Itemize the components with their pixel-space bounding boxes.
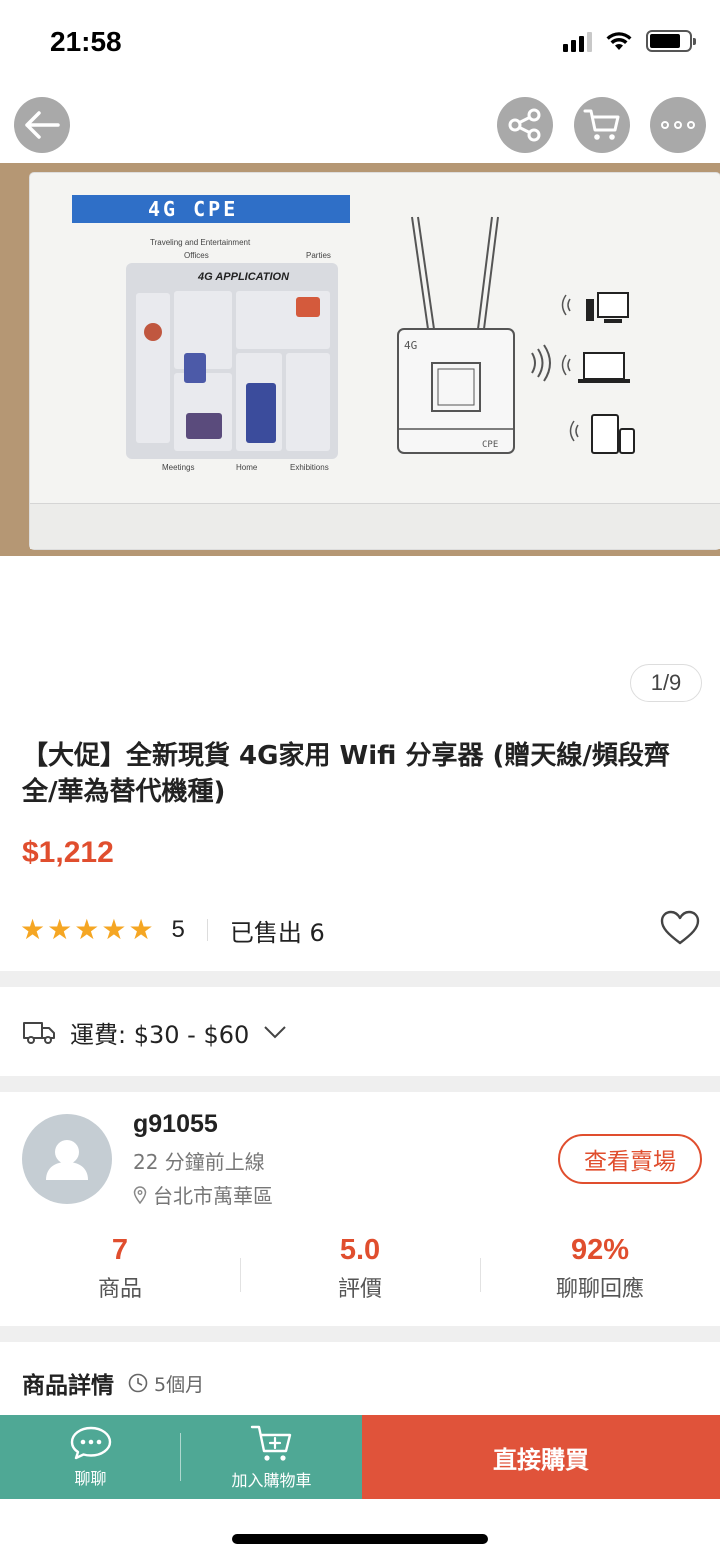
cart-icon bbox=[583, 109, 620, 140]
star-icon: ★ bbox=[101, 913, 127, 946]
stat-products[interactable]: 7 商品 bbox=[0, 1234, 240, 1314]
stat-value: 7 bbox=[111, 1234, 129, 1266]
status-time: 21:58 bbox=[50, 26, 122, 57]
product-details-header: 商品詳情 5個月 bbox=[22, 1366, 204, 1400]
divider bbox=[206, 919, 208, 941]
heart-icon[interactable] bbox=[660, 910, 700, 946]
product-image[interactable]: 4G CPE Traveling and Entertainment Offic… bbox=[0, 163, 720, 556]
details-age-text: 5個月 bbox=[154, 1373, 205, 1396]
section-divider bbox=[0, 1326, 720, 1342]
seller-location: 台北市萬華區 bbox=[133, 1180, 273, 1209]
divider bbox=[180, 1433, 181, 1481]
cart-button[interactable] bbox=[574, 97, 630, 153]
router-illustration: 4G CPE bbox=[397, 216, 635, 454]
status-bar: 21:58 bbox=[0, 0, 720, 88]
user-icon bbox=[46, 1140, 88, 1180]
buy-now-button[interactable]: 直接購買 bbox=[362, 1415, 720, 1499]
clock-icon bbox=[128, 1373, 148, 1393]
box-label: Parties bbox=[306, 251, 331, 260]
arrow-left-icon bbox=[25, 111, 60, 139]
chevron-down-icon bbox=[264, 1026, 286, 1039]
seller-name[interactable]: g91055 bbox=[133, 1110, 218, 1139]
section-divider bbox=[0, 1076, 720, 1092]
status-icons bbox=[563, 30, 696, 52]
share-icon bbox=[508, 108, 541, 142]
device-label-top: 4G bbox=[404, 339, 417, 352]
box-banner: 4G CPE bbox=[72, 195, 350, 223]
rating-stars: ★ ★ ★ ★ ★ bbox=[20, 916, 154, 944]
box-label: Traveling and Entertainment bbox=[150, 238, 251, 247]
stat-label: 聊聊回應 bbox=[555, 1277, 644, 1302]
share-button[interactable] bbox=[497, 97, 553, 153]
image-page-indicator: 1/9 bbox=[630, 664, 702, 702]
stat-chat-response[interactable]: 92% 聊聊回應 bbox=[480, 1234, 720, 1314]
stat-label: 評價 bbox=[337, 1277, 382, 1302]
more-dots-icon bbox=[661, 121, 695, 129]
seller-location-text: 台北市萬華區 bbox=[153, 1184, 273, 1208]
seller-card: g91055 22 分鐘前上線 台北市萬華區 查看賣場 7 商品 5.0 評價 … bbox=[0, 1094, 720, 1326]
box-label: Offices bbox=[184, 251, 209, 260]
section-divider bbox=[0, 971, 720, 987]
chat-label: 聊聊 bbox=[74, 1469, 107, 1488]
back-button[interactable] bbox=[14, 97, 70, 153]
bottom-left-actions: 聊聊 加入購物車 bbox=[0, 1415, 362, 1499]
battery-icon bbox=[646, 30, 696, 52]
add-to-cart-label: 加入購物車 bbox=[231, 1471, 312, 1490]
box-label: Exhibitions bbox=[290, 463, 329, 472]
rating-value: 5 bbox=[171, 916, 185, 943]
rating-row: ★ ★ ★ ★ ★ 5 已售出 6 bbox=[20, 910, 700, 950]
more-button[interactable] bbox=[650, 97, 706, 153]
box-label: Home bbox=[236, 463, 258, 472]
seller-last-online: 22 分鐘前上線 bbox=[133, 1150, 265, 1174]
add-to-cart-button[interactable]: 加入購物車 bbox=[181, 1415, 362, 1499]
add-cart-icon bbox=[250, 1425, 291, 1461]
shipping-fee: 運費: $30 - $60 bbox=[70, 1020, 250, 1049]
wifi-icon bbox=[606, 32, 632, 50]
stat-value: 92% bbox=[570, 1234, 630, 1266]
truck-icon bbox=[23, 1022, 55, 1044]
device-label-bottom: CPE bbox=[482, 440, 498, 450]
application-panel: 4G APPLICATION bbox=[126, 263, 338, 459]
product-price: $1,212 bbox=[22, 836, 114, 869]
divider bbox=[480, 1258, 481, 1292]
details-age: 5個月 bbox=[128, 1370, 204, 1397]
location-pin-icon bbox=[133, 1185, 147, 1204]
stat-ratings[interactable]: 5.0 評價 bbox=[240, 1234, 480, 1314]
home-indicator[interactable] bbox=[232, 1534, 488, 1544]
product-title: 【大促】全新現貨 4G家用 Wifi 分享器 (贈天線/頻段齊全/華為替代機種) bbox=[22, 741, 670, 807]
chat-bubble-icon bbox=[70, 1426, 111, 1460]
box-label: Meetings bbox=[162, 463, 195, 472]
sold-count: 已售出 6 bbox=[229, 918, 325, 947]
product-box-illustration: 4G CPE Traveling and Entertainment Offic… bbox=[30, 173, 720, 549]
star-icon: ★ bbox=[20, 913, 46, 946]
view-shop-button[interactable]: 查看賣場 bbox=[558, 1134, 702, 1184]
app-title: 4G APPLICATION bbox=[198, 271, 290, 283]
bottom-action-bar: 聊聊 加入購物車 直接購買 bbox=[0, 1415, 720, 1499]
details-title: 商品詳情 bbox=[22, 1373, 114, 1399]
chat-button[interactable]: 聊聊 bbox=[0, 1415, 181, 1499]
star-icon: ★ bbox=[128, 913, 154, 946]
stat-value: 5.0 bbox=[339, 1234, 381, 1266]
star-icon: ★ bbox=[74, 913, 100, 946]
divider bbox=[240, 1258, 241, 1292]
seller-stats: 7 商品 5.0 評價 92% 聊聊回應 bbox=[0, 1234, 720, 1314]
stat-label: 商品 bbox=[97, 1277, 142, 1302]
star-icon: ★ bbox=[47, 913, 73, 946]
shipping-row[interactable]: 運費: $30 - $60 bbox=[22, 1010, 287, 1054]
avatar[interactable] bbox=[22, 1114, 112, 1204]
box-flap bbox=[30, 503, 720, 549]
signal-icon bbox=[563, 30, 592, 52]
